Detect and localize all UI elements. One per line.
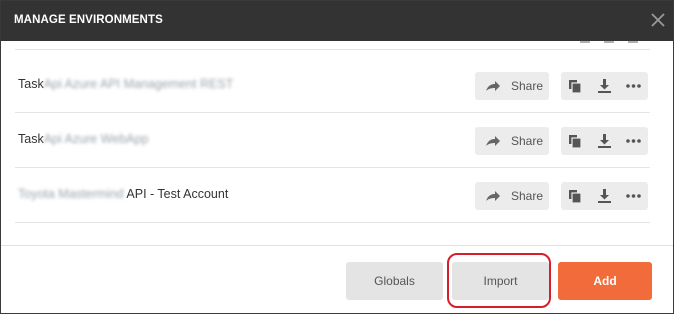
share-arrow-icon bbox=[486, 191, 500, 201]
environment-row[interactable]: Toyota Mastermind API - Test Account Sha… bbox=[15, 167, 650, 223]
duplicate-icon[interactable] bbox=[561, 182, 590, 210]
redacted-text: Api Azure WebApp bbox=[43, 132, 149, 146]
redacted-text: Toyota Mastermind bbox=[18, 187, 124, 201]
redacted-text: Api Azure API Management REST bbox=[43, 77, 234, 91]
more-icon[interactable] bbox=[619, 127, 648, 155]
share-button[interactable]: Share bbox=[475, 182, 549, 210]
share-button[interactable]: Share bbox=[475, 127, 549, 155]
download-icon[interactable] bbox=[590, 72, 619, 100]
environment-list[interactable]: TaskApi Azure API Management REST Share … bbox=[1, 41, 673, 245]
share-arrow-icon bbox=[486, 81, 500, 91]
share-arrow-icon bbox=[486, 136, 500, 146]
globals-button[interactable]: Globals bbox=[346, 262, 443, 300]
close-icon[interactable] bbox=[648, 10, 668, 30]
import-button[interactable]: Import bbox=[452, 262, 549, 300]
share-label: Share bbox=[511, 189, 544, 203]
row-actions bbox=[561, 182, 648, 210]
download-icon[interactable] bbox=[590, 182, 619, 210]
environment-name[interactable]: Toyota Mastermind API - Test Account bbox=[18, 187, 228, 201]
dialog-header: MANAGE ENVIRONMENTS bbox=[1, 1, 673, 41]
dialog-title: MANAGE ENVIRONMENTS bbox=[14, 14, 163, 26]
row-actions bbox=[561, 72, 648, 100]
more-icon[interactable] bbox=[619, 182, 648, 210]
more-icon[interactable] bbox=[619, 72, 648, 100]
manage-environments-dialog: MANAGE ENVIRONMENTS TaskApi Azure API Ma… bbox=[0, 0, 674, 314]
environment-name[interactable]: TaskApi Azure API Management REST bbox=[18, 77, 233, 91]
duplicate-icon[interactable] bbox=[561, 127, 590, 155]
download-icon[interactable] bbox=[590, 127, 619, 155]
duplicate-icon bbox=[580, 41, 590, 43]
add-button[interactable]: Add bbox=[558, 262, 652, 300]
dialog-footer: Globals Import Add bbox=[1, 246, 673, 313]
environment-row[interactable]: TaskApi Azure API Management REST Share bbox=[15, 57, 650, 113]
environment-row-partial bbox=[15, 41, 650, 50]
share-label: Share bbox=[511, 134, 544, 148]
environment-name[interactable]: TaskApi Azure WebApp bbox=[18, 132, 148, 146]
row-actions bbox=[561, 127, 648, 155]
download-icon bbox=[604, 41, 614, 43]
duplicate-icon[interactable] bbox=[561, 72, 590, 100]
environment-row[interactable]: TaskApi Azure WebApp Share bbox=[15, 112, 650, 168]
share-button[interactable]: Share bbox=[475, 72, 549, 100]
more-icon bbox=[628, 41, 638, 43]
share-label: Share bbox=[511, 79, 544, 93]
